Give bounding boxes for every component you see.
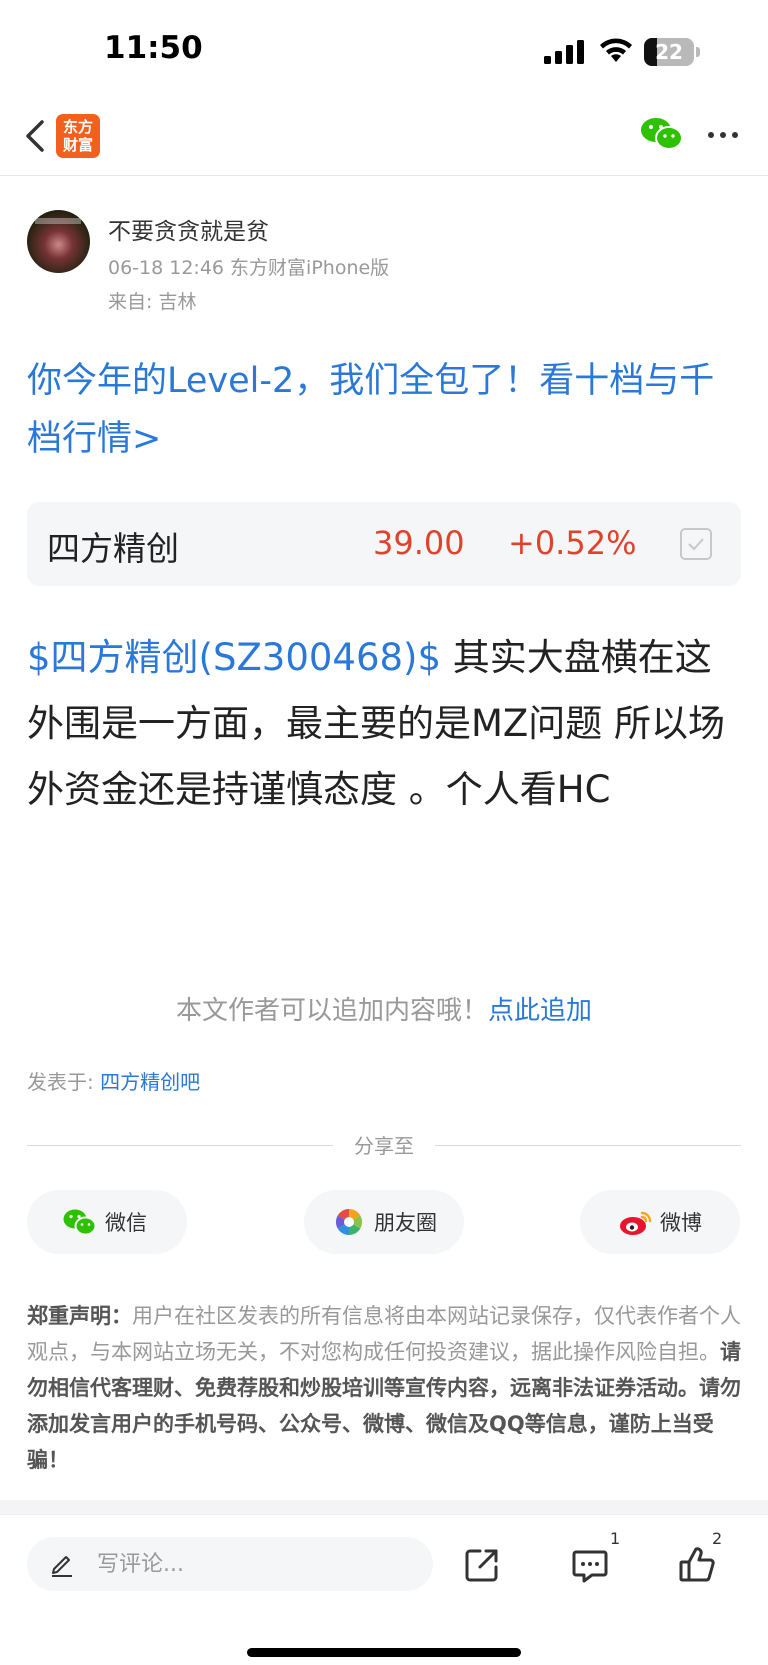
stock-bar-link[interactable]: 四方精创吧: [100, 1070, 200, 1094]
share-moments-label: 朋友圈: [374, 1211, 437, 1235]
stock-price: 39.00: [373, 524, 465, 562]
wechat-icon: [63, 1209, 97, 1236]
nav-bar: 东方 财富: [0, 100, 768, 176]
author-avatar[interactable]: [27, 210, 90, 273]
stock-card[interactable]: 四方精创 39.00 +0.52%: [27, 502, 741, 586]
wechat-share-icon[interactable]: [640, 116, 684, 152]
posted-in-label: 发表于:: [27, 1070, 101, 1094]
author-name[interactable]: 不要贪贪就是贫: [108, 212, 269, 246]
pencil-icon: [52, 1556, 72, 1577]
stock-tag-link[interactable]: $四方精创(SZ300468)$: [27, 636, 441, 679]
share-wechat-button[interactable]: 微信: [27, 1190, 187, 1254]
logo-text-bottom: 财富: [62, 136, 93, 154]
append-hint: 本文作者可以追加内容哦！点此追加: [0, 990, 768, 1027]
comment-box[interactable]: [27, 1537, 433, 1591]
weibo-icon: [620, 1211, 652, 1235]
home-indicator[interactable]: [247, 1648, 521, 1657]
like-icon[interactable]: [677, 1545, 717, 1585]
disclaimer-body: 用户在社区发表的所有信息将由本网站记录保存，仅代表作者个人观点，与本网站立场无关…: [27, 1304, 741, 1364]
share-wechat-label: 微信: [105, 1211, 147, 1235]
post-meta: 06-18 12:46 东方财富iPhone版: [108, 257, 390, 279]
level2-promo-link[interactable]: 你今年的Level-2，我们全包了！看十档与千档行情>: [27, 352, 737, 468]
post-content: $四方精创(SZ300468)$ 其实大盘横在这 外围是一方面，最主要的是MZ问…: [27, 625, 739, 823]
stock-change: +0.52%: [508, 524, 637, 562]
share-weibo-label: 微博: [660, 1211, 702, 1235]
share-icon[interactable]: [462, 1545, 502, 1585]
append-link[interactable]: 点此追加: [488, 996, 592, 1026]
moments-icon: [335, 1208, 363, 1236]
share-moments-button[interactable]: 朋友圈: [304, 1190, 464, 1254]
posted-in: 发表于: 四方精创吧: [27, 1066, 200, 1095]
logo-text-top: 东方: [62, 118, 93, 136]
section-separator: [0, 1500, 768, 1514]
like-count: 2: [712, 1529, 723, 1548]
stock-name: 四方精创: [47, 529, 179, 568]
comment-input[interactable]: [97, 1537, 417, 1591]
share-label: 分享至: [354, 1134, 414, 1158]
status-bar: 11:50 22: [0, 0, 768, 100]
bottom-bar: 1 2: [0, 1514, 768, 1665]
post-location: 来自: 吉林: [108, 291, 197, 313]
check-icon: [688, 538, 704, 551]
comment-count: 1: [610, 1529, 621, 1548]
disclaimer: 郑重声明：用户在社区发表的所有信息将由本网站记录保存，仅代表作者个人观点，与本网…: [27, 1298, 741, 1478]
add-watchlist-checkbox[interactable]: [680, 528, 712, 560]
back-icon[interactable]: [22, 114, 52, 158]
battery-icon: 22: [644, 38, 700, 66]
eastmoney-logo[interactable]: 东方 财富: [56, 114, 100, 158]
battery-level: 22: [655, 40, 683, 64]
append-hint-text: 本文作者可以追加内容哦！: [175, 996, 488, 1026]
cellular-signal-icon: [544, 40, 584, 64]
more-icon[interactable]: [706, 120, 740, 150]
wifi-icon: [600, 38, 632, 62]
status-time: 11:50: [104, 30, 203, 66]
disclaimer-title: 郑重声明：: [27, 1304, 132, 1328]
share-weibo-button[interactable]: 微博: [580, 1190, 740, 1254]
comment-icon[interactable]: [570, 1545, 610, 1585]
share-divider: 分享至: [27, 1130, 741, 1160]
